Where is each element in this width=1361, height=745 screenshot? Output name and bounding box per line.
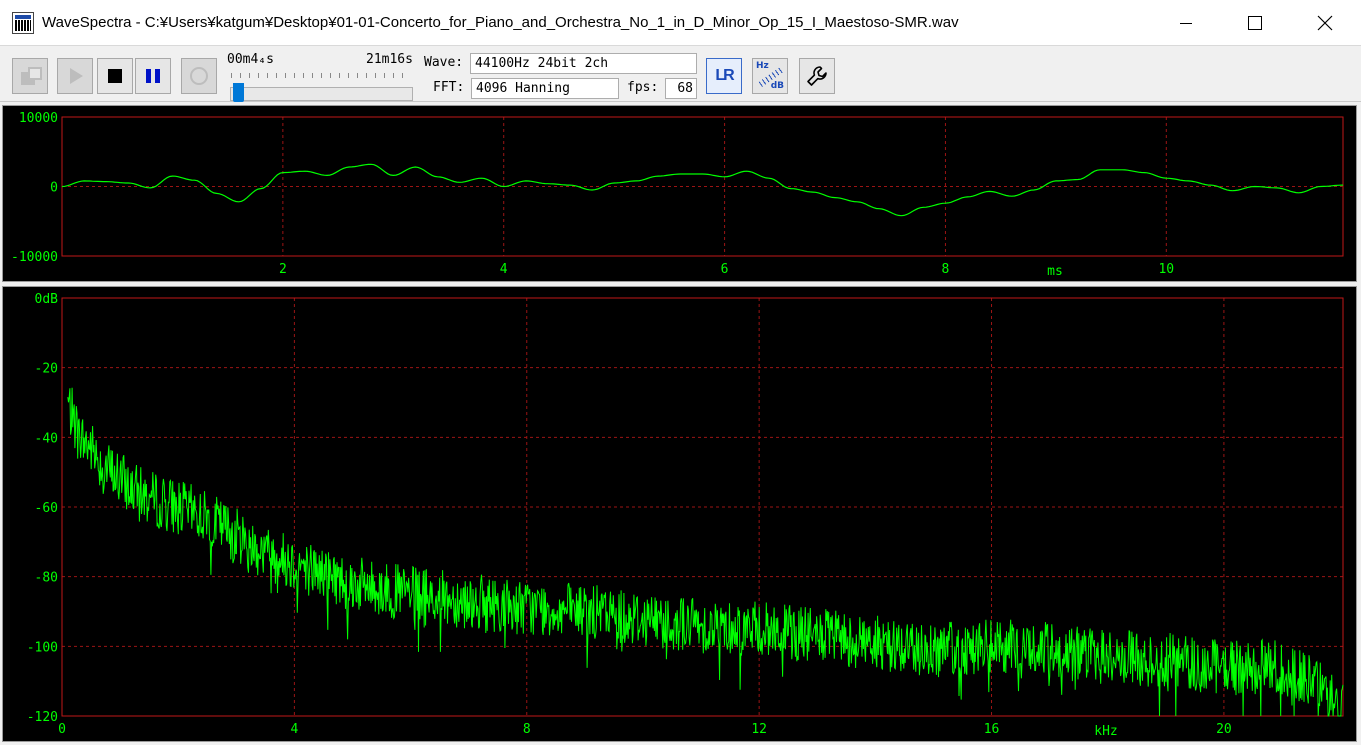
maximize-icon	[1248, 16, 1262, 30]
play-icon	[70, 68, 83, 84]
waveform-y-tick-label: -10000	[11, 250, 58, 265]
lr-channel-icon: LR	[715, 67, 734, 84]
spectrum-y-tick-label: -120	[27, 710, 58, 725]
waveform-chart: 10000 0 -10000 2 4 6 8 10 ms	[11, 111, 1344, 279]
pause-icon	[146, 69, 160, 83]
fps-value-field: 68	[665, 78, 697, 99]
spectrum-x-tick-label: 0	[58, 722, 66, 737]
title-bar: WaveSpectra - C:¥Users¥katgum¥Desktop¥01…	[0, 0, 1361, 46]
spectrum-y-tick-label: 0dB	[35, 292, 59, 307]
waveform-y-tick-label: 10000	[19, 111, 58, 126]
pause-button[interactable]	[135, 58, 171, 94]
track-duration: 21m16s	[366, 52, 413, 67]
waveform-x-unit-label: ms	[1047, 264, 1063, 279]
wave-format-field: 44100Hz 24bit 2ch	[470, 53, 697, 74]
fps-label: fps:	[627, 80, 659, 95]
hz-db-scale-button[interactable]: Hz dB	[752, 58, 788, 94]
waveform-panel[interactable]: 10000 0 -10000 2 4 6 8 10 ms	[2, 105, 1357, 282]
spectrum-x-unit-label: kHz	[1094, 724, 1117, 739]
spectrum-y-tick-label: -100	[27, 640, 58, 655]
spectrum-x-tick-label: 16	[984, 722, 1000, 737]
play-button[interactable]	[57, 58, 93, 94]
open-file-button[interactable]	[12, 58, 48, 94]
fft-label: FFT:	[433, 80, 465, 95]
open-file-icon	[19, 65, 42, 87]
spectrum-panel[interactable]: 0dB -20 -40 -60 -80 -100 -120 0 4 8 12 16 20 kHz	[2, 286, 1357, 742]
waveform-line	[61, 163, 1344, 217]
spectrum-x-tick-label: 20	[1216, 722, 1232, 737]
record-icon	[190, 67, 208, 85]
spectrum-y-tick-label: -40	[35, 431, 58, 446]
waveform-x-tick-label: 10	[1158, 262, 1174, 277]
lr-channel-button[interactable]: LR	[706, 58, 742, 94]
seek-slider-track[interactable]	[230, 87, 413, 101]
wavespectra-app-icon[interactable]	[12, 12, 34, 34]
close-icon	[1317, 15, 1333, 31]
spectrum-x-tick-label: 8	[523, 722, 531, 737]
seek-slider-thumb[interactable]	[232, 83, 244, 102]
playback-position: 00m4₄s	[227, 52, 274, 67]
close-button[interactable]	[1302, 0, 1348, 46]
spectrum-y-tick-label: -20	[35, 362, 58, 377]
wave-format-label: Wave:	[424, 55, 464, 70]
spectrum-y-tick-label: -80	[35, 571, 58, 586]
stop-button[interactable]	[97, 58, 133, 94]
seek-scale-ticks	[231, 73, 411, 78]
window-title: WaveSpectra - C:¥Users¥katgum¥Desktop¥01…	[42, 14, 959, 31]
minimize-icon	[1180, 22, 1192, 24]
waveform-x-tick-label: 4	[500, 262, 508, 277]
settings-button[interactable]	[799, 58, 835, 94]
waveform-x-tick-label: 8	[942, 262, 950, 277]
maximize-button[interactable]	[1232, 0, 1278, 46]
stop-icon	[108, 69, 122, 83]
waveform-x-tick-label: 6	[721, 262, 729, 277]
spectrum-x-tick-label: 12	[751, 722, 767, 737]
spectrum-x-tick-label: 4	[290, 722, 298, 737]
waveform-x-tick-label: 2	[279, 262, 287, 277]
spectrum-chart: 0dB -20 -40 -60 -80 -100 -1200 4 8 12 16 20 kHz	[27, 292, 1344, 739]
waveform-y-tick-label: 0	[50, 181, 58, 196]
wrench-icon	[807, 66, 827, 86]
record-button[interactable]	[181, 58, 217, 94]
minimize-button[interactable]	[1163, 0, 1209, 46]
hz-db-scale-icon: Hz dB	[756, 61, 784, 91]
spectrum-y-tick-label: -60	[35, 501, 58, 516]
fft-settings-field[interactable]: 4096 Hanning	[471, 78, 619, 99]
